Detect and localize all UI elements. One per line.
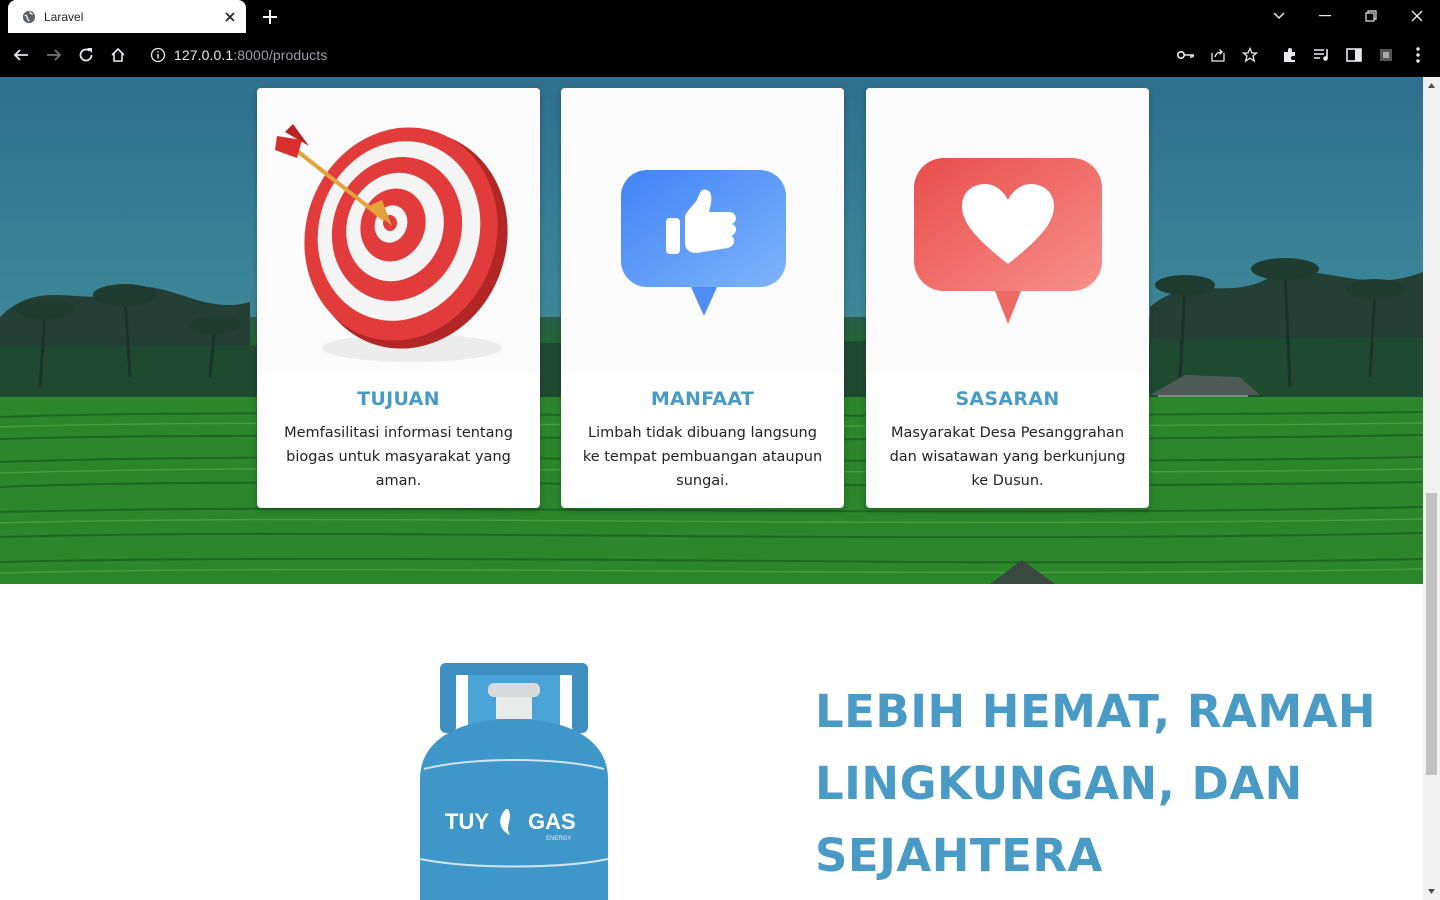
minimize-icon[interactable] (1314, 6, 1336, 26)
card-text: Limbah tidak dibuang langsung ke tempat … (582, 425, 823, 489)
card-text: Masyarakat Desa Pesanggrahan dan wisataw… (889, 425, 1126, 489)
card-image (866, 88, 1149, 373)
page-viewport: TUJUAN Memfasilitasi informasi tentang b… (0, 77, 1423, 900)
url-host: 127.0.0.1 (174, 47, 234, 63)
card-image (561, 88, 844, 373)
star-icon[interactable] (1239, 44, 1261, 66)
extensions-icon[interactable] (1279, 44, 1301, 66)
promo-section: TUY GAS ENERGY LEBIH HEMAT, RAMAH LINGKU… (0, 584, 1423, 900)
tab-strip: Laravel (0, 0, 1440, 33)
info-icon[interactable] (150, 47, 166, 63)
forward-icon[interactable] (43, 44, 65, 66)
heart-bubble-icon (914, 158, 1102, 324)
scroll-up-icon[interactable] (1427, 81, 1436, 90)
close-window-icon[interactable] (1406, 6, 1428, 26)
home-icon[interactable] (107, 44, 129, 66)
card-tujuan: TUJUAN Memfasilitasi informasi tentang b… (257, 88, 540, 508)
card-sasaran: SASARAN Masyarakat Desa Pesanggrahan dan… (866, 88, 1149, 508)
restore-icon[interactable] (1360, 6, 1382, 26)
target-icon (275, 124, 508, 362)
reload-icon[interactable] (75, 44, 97, 66)
card-title: TUJUAN (357, 388, 440, 410)
card-manfaat: MANFAAT Limbah tidak dibuang langsung ke… (561, 88, 844, 508)
thumbs-up-icon (621, 170, 786, 316)
side-panel-icon[interactable] (1343, 44, 1365, 66)
card-image (257, 88, 540, 373)
profile-icon[interactable] (1375, 44, 1397, 66)
browser-toolbar: 127.0.0.1:8000/products (0, 33, 1440, 77)
browser-tab[interactable]: Laravel (8, 0, 246, 33)
card-text: Memfasilitasi informasi tentang biogas u… (284, 425, 513, 489)
key-icon[interactable] (1175, 44, 1197, 66)
gas-tank-image: TUY GAS ENERGY (419, 663, 609, 900)
scroll-down-icon[interactable] (1427, 887, 1436, 896)
back-icon[interactable] (10, 44, 32, 66)
url-text: 127.0.0.1:8000/products (174, 47, 327, 63)
card-title: SASARAN (955, 388, 1060, 410)
scrollbar-thumb[interactable] (1426, 493, 1437, 775)
tank-brand-2: GAS (528, 809, 576, 834)
globe-icon (22, 10, 36, 23)
new-tab-icon[interactable] (260, 7, 280, 27)
promo-heading: LEBIH HEMAT, RAMAH LINGKUNGAN, DAN SEJAH… (815, 685, 1377, 882)
card-title: MANFAAT (650, 388, 755, 410)
tab-close-icon[interactable] (222, 9, 238, 25)
tank-brand-sub: ENERGY (546, 836, 571, 842)
hero-section: TUJUAN Memfasilitasi informasi tentang b… (0, 77, 1423, 584)
menu-icon[interactable] (1407, 44, 1429, 66)
page-scrollbar[interactable] (1423, 77, 1440, 900)
tab-search-icon[interactable] (1268, 6, 1290, 26)
media-control-icon[interactable] (1311, 44, 1333, 66)
url-path: :8000/products (233, 47, 328, 63)
share-icon[interactable] (1207, 44, 1229, 66)
tank-brand-1: TUY (445, 809, 489, 834)
tab-title: Laravel (44, 9, 84, 24)
address-bar[interactable]: 127.0.0.1:8000/products (142, 39, 1142, 71)
